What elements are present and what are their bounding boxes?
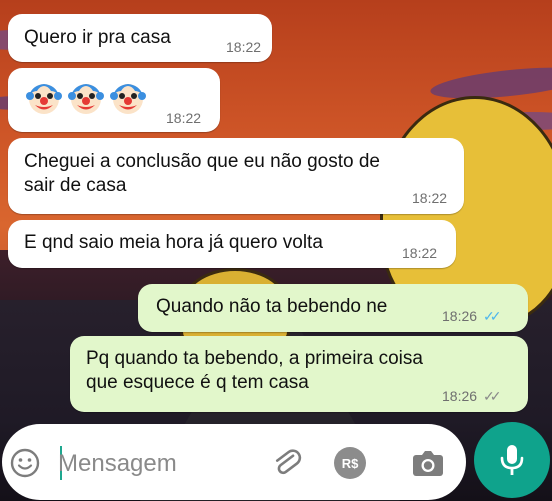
- message-time: 18:22: [166, 110, 202, 126]
- emoji-icon[interactable]: [8, 446, 42, 480]
- message-text: Pq quando ta bebendo, a primeira coisa q…: [86, 348, 423, 393]
- message-bubble-incoming[interactable]: E qnd saio meia hora já quero volta 18:2…: [8, 220, 456, 268]
- message-bubble-outgoing[interactable]: Pq quando ta bebendo, a primeira coisa q…: [70, 336, 528, 412]
- message-bubble-incoming[interactable]: 18:22: [8, 68, 220, 132]
- message-text: Quando não ta bebendo ne: [156, 296, 388, 317]
- microphone-icon: [500, 445, 524, 475]
- message-time: 18:22: [402, 245, 438, 261]
- emoji-row: [26, 80, 146, 116]
- message-time: 18:26 ✓✓: [442, 388, 502, 404]
- message-time: 18:22: [412, 190, 448, 206]
- paperclip-icon[interactable]: [270, 446, 304, 480]
- message-time-value: 18:26: [442, 308, 478, 324]
- message-bubble-incoming[interactable]: Cheguei a conclusão que eu não gosto de …: [8, 138, 464, 214]
- delivered-ticks-icon: ✓✓: [483, 388, 502, 404]
- clown-face-emoji: [68, 84, 104, 114]
- message-input[interactable]: [58, 444, 238, 484]
- microphone-button[interactable]: [474, 422, 550, 498]
- message-bubble-incoming[interactable]: Quero ir pra casa 18:22: [8, 14, 272, 62]
- message-text: Cheguei a conclusão que eu não gosto de …: [24, 151, 380, 196]
- message-composer: R$: [2, 424, 466, 500]
- message-bubble-outgoing[interactable]: Quando não ta bebendo ne 18:26 ✓✓: [138, 284, 528, 332]
- message-text: Quero ir pra casa: [24, 27, 171, 48]
- clown-face-emoji: [26, 84, 62, 114]
- clown-face-emoji: [110, 84, 146, 114]
- message-time: 18:22: [226, 39, 262, 55]
- message-time: 18:26 ✓✓: [442, 308, 502, 324]
- camera-icon[interactable]: [410, 446, 446, 480]
- read-ticks-icon: ✓✓: [483, 308, 502, 324]
- message-time-value: 18:26: [442, 388, 478, 404]
- payment-icon[interactable]: R$: [334, 447, 366, 479]
- message-text: E qnd saio meia hora já quero volta: [24, 232, 323, 253]
